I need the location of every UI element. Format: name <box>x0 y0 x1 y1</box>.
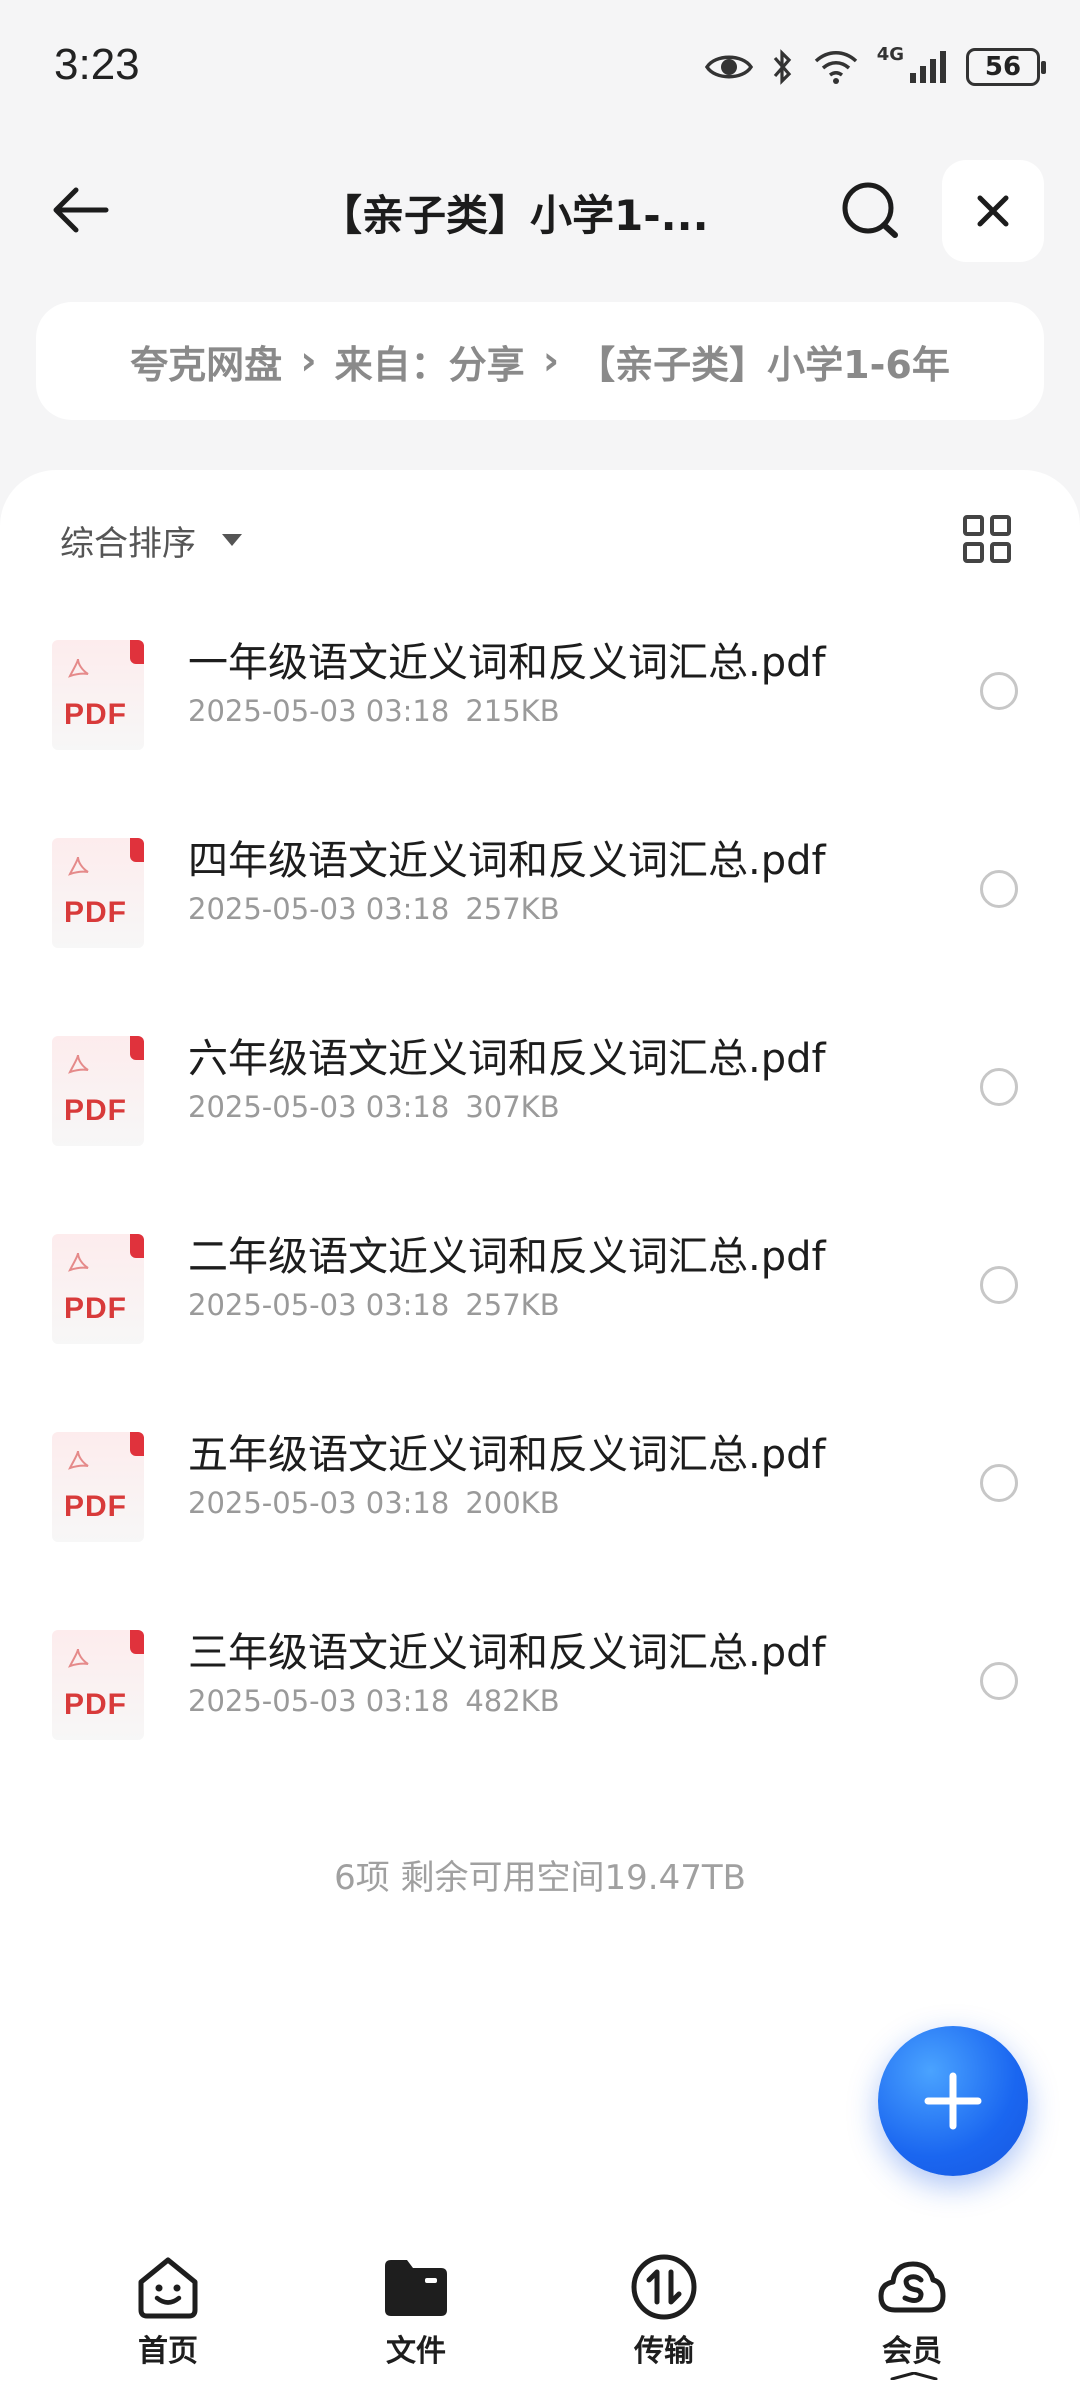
select-checkbox[interactable] <box>980 870 1018 908</box>
pdf-badge: PDF <box>64 1094 127 1127</box>
back-button[interactable] <box>40 175 120 245</box>
file-name: 一年级语文近义词和反义词汇总.pdf <box>188 640 826 686</box>
page-title: 【亲子类】小学1-... <box>320 191 709 240</box>
battery-level: 56 <box>984 52 1022 82</box>
close-icon <box>977 195 1009 227</box>
file-meta: 2025-05-03 03:18 215KB <box>188 694 560 728</box>
select-checkbox[interactable] <box>980 1464 1018 1502</box>
file-name: 四年级语文近义词和反义词汇总.pdf <box>188 838 826 884</box>
file-meta: 2025-05-03 03:18 257KB <box>188 1288 560 1322</box>
add-button[interactable] <box>878 2026 1028 2176</box>
transfer-icon <box>631 2254 697 2320</box>
file-date: 2025-05-03 03:18 <box>188 892 450 926</box>
sort-dropdown[interactable]: 综合排序 <box>60 510 242 570</box>
breadcrumb: 夸克网盘 › 来自：分享 › 【亲子类】小学1-6年 <box>36 302 1044 420</box>
file-date: 2025-05-03 03:18 <box>188 1684 450 1718</box>
pdf-file-icon: PDF <box>52 1432 144 1542</box>
pdf-file-icon: PDF <box>52 1036 144 1146</box>
pdf-badge: PDF <box>64 1292 127 1325</box>
file-list-item[interactable]: PDF 六年级语文近义词和反义词汇总.pdf 2025-05-03 03:18 3… <box>0 1026 1080 1224</box>
header: 【亲子类】小学1-... <box>0 150 1080 270</box>
nav-item-transfer[interactable]: 传输 <box>594 2252 734 2382</box>
pdf-file-icon: PDF <box>52 838 144 948</box>
nav-label: 首页 <box>138 2334 198 2369</box>
file-size: 257KB <box>465 892 560 926</box>
file-date: 2025-05-03 03:18 <box>188 1486 450 1520</box>
pdf-file-icon: PDF <box>52 640 144 750</box>
file-date: 2025-05-03 03:18 <box>188 694 450 728</box>
select-checkbox[interactable] <box>980 672 1018 710</box>
file-list-item[interactable]: PDF 三年级语文近义词和反义词汇总.pdf 2025-05-03 03:18 4… <box>0 1620 1080 1818</box>
search-button[interactable] <box>830 175 910 245</box>
pdf-badge: PDF <box>64 1490 127 1523</box>
pdf-file-icon: PDF <box>52 1234 144 1344</box>
breadcrumb-item-current: 【亲子类】小学1-6年 <box>577 342 950 387</box>
plus-icon <box>924 2072 982 2130</box>
grid-view-button[interactable] <box>962 514 1012 564</box>
file-size: 215KB <box>465 694 560 728</box>
select-checkbox[interactable] <box>980 1068 1018 1106</box>
file-name: 六年级语文近义词和反义词汇总.pdf <box>188 1036 826 1082</box>
file-size: 307KB <box>465 1090 560 1124</box>
search-icon <box>842 182 898 238</box>
select-checkbox[interactable] <box>980 1266 1018 1304</box>
file-size: 257KB <box>465 1288 560 1322</box>
select-checkbox[interactable] <box>980 1662 1018 1700</box>
home-face-icon <box>138 2257 198 2319</box>
file-list-item[interactable]: PDF 五年级语文近义词和反义词汇总.pdf 2025-05-03 03:18 2… <box>0 1422 1080 1620</box>
wifi-icon <box>814 51 857 84</box>
file-meta: 2025-05-03 03:18 307KB <box>188 1090 560 1124</box>
file-size: 200KB <box>465 1486 560 1520</box>
battery-indicator: 56 <box>966 48 1046 86</box>
file-size: 482KB <box>465 1684 560 1718</box>
eye-icon <box>704 55 753 79</box>
status-bar: 3:23 4G 56 <box>0 0 1080 130</box>
bluetooth-icon <box>773 49 791 85</box>
nav-label: 会员 <box>882 2334 942 2369</box>
breadcrumb-item-root[interactable]: 夸克网盘 <box>130 334 282 389</box>
cloud-member-icon <box>878 2261 946 2313</box>
file-date: 2025-05-03 03:18 <box>188 1090 450 1124</box>
file-list-item[interactable]: PDF 一年级语文近义词和反义词汇总.pdf 2025-05-03 03:18 2… <box>0 630 1080 828</box>
nav-item-home[interactable]: 首页 <box>98 2252 238 2382</box>
file-meta: 2025-05-03 03:18 257KB <box>188 892 560 926</box>
caret-down-icon <box>222 534 242 546</box>
file-list: PDF 一年级语文近义词和反义词汇总.pdf 2025-05-03 03:18 2… <box>0 630 1080 1818</box>
grid-icon <box>963 515 1011 563</box>
file-name: 二年级语文近义词和反义词汇总.pdf <box>188 1234 826 1280</box>
pdf-badge: PDF <box>64 896 127 929</box>
file-meta: 2025-05-03 03:18 200KB <box>188 1486 560 1520</box>
folder-icon <box>385 2260 447 2316</box>
status-icons: 4G 56 <box>704 44 1046 90</box>
status-time: 3:23 <box>54 40 140 89</box>
file-name: 三年级语文近义词和反义词汇总.pdf <box>188 1630 826 1676</box>
file-name: 五年级语文近义词和反义词汇总.pdf <box>188 1432 826 1478</box>
file-meta: 2025-05-03 03:18 482KB <box>188 1684 560 1718</box>
pdf-badge: PDF <box>64 698 127 731</box>
close-button[interactable] <box>942 160 1044 262</box>
nav-item-member[interactable]: 会员 <box>842 2252 982 2382</box>
nav-label: 传输 <box>634 2334 694 2369</box>
chevron-right-icon: › <box>542 338 560 384</box>
arrow-left-icon <box>53 187 109 233</box>
signal-icon <box>910 51 946 83</box>
nav-label: 文件 <box>386 2334 446 2369</box>
network-type-label: 4G <box>876 44 904 65</box>
file-list-item[interactable]: PDF 四年级语文近义词和反义词汇总.pdf 2025-05-03 03:18 2… <box>0 828 1080 1026</box>
file-date: 2025-05-03 03:18 <box>188 1288 450 1322</box>
pdf-badge: PDF <box>64 1688 127 1721</box>
chevron-up-icon <box>890 2372 938 2380</box>
file-list-item[interactable]: PDF 二年级语文近义词和反义词汇总.pdf 2025-05-03 03:18 2… <box>0 1224 1080 1422</box>
bottom-nav: 首页 文件 传输 会员 <box>0 2240 1080 2388</box>
storage-summary: 6项 剩余可用空间19.47TB <box>334 1858 746 1898</box>
pdf-file-icon: PDF <box>52 1630 144 1740</box>
breadcrumb-item-share[interactable]: 来自：分享 <box>335 334 525 389</box>
nav-item-files[interactable]: 文件 <box>346 2252 486 2382</box>
chevron-right-icon: › <box>300 338 317 384</box>
sort-label: 综合排序 <box>60 523 196 564</box>
